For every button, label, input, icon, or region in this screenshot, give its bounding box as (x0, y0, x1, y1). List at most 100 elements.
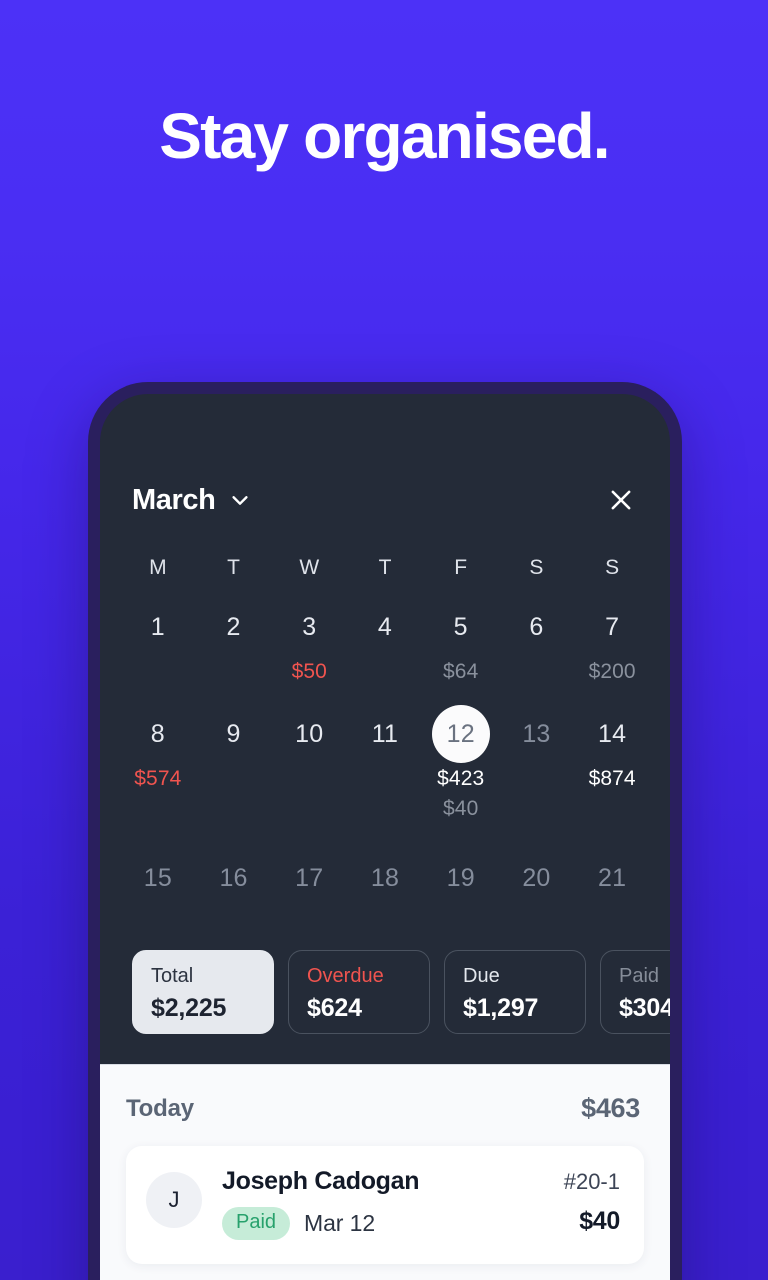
day-amount-paid: $200 (588, 660, 636, 683)
calendar-day-14[interactable]: 14 $874 (574, 705, 650, 822)
status-badge: Paid (222, 1206, 291, 1240)
day-number: 10 (295, 719, 324, 748)
invoice-list: J Joseph Cadogan Paid Mar 12 #20-1 $40 (100, 1146, 670, 1264)
calendar-day-16[interactable]: 16 (196, 850, 272, 914)
day-number: 2 (226, 612, 241, 641)
hero-section: Stay organised. (0, 104, 768, 168)
weekday-label: F (454, 556, 468, 579)
day-number: 16 (219, 864, 248, 893)
avatar: J (146, 1172, 202, 1228)
invoice-date: Mar 12 (304, 1209, 376, 1236)
phone-device-frame: March M T W T F S S 1 2 3 $50 4 5 $64 6 … (88, 382, 682, 1280)
calendar-day-1[interactable]: 1 (120, 598, 196, 685)
invoice-main: Joseph Cadogan Paid Mar 12 (222, 1167, 544, 1240)
weekday-label: M (149, 556, 167, 579)
calendar-week-row: 15 16 17 18 19 20 21 (120, 850, 650, 914)
calendar-panel: March M T W T F S S 1 2 3 $50 4 5 $64 6 … (100, 394, 670, 1038)
summary-chip-paid[interactable]: Paid $304 (600, 949, 670, 1034)
day-number: 12 (431, 705, 490, 764)
day-number: 19 (446, 864, 475, 893)
summary-chip-overdue[interactable]: Overdue $624 (288, 949, 430, 1034)
day-number: 11 (371, 719, 399, 748)
chip-value: $304 (619, 993, 670, 1022)
weekday-header-row: M T W T F S S (100, 522, 670, 580)
day-amount-paid: $64 (443, 660, 479, 683)
day-number: 15 (143, 864, 172, 893)
day-amount-overdue: $50 (291, 660, 327, 683)
day-number: 8 (150, 719, 165, 748)
calendar-day-3[interactable]: 3 $50 (271, 598, 347, 685)
today-sheet-header: Today $463 (100, 1065, 670, 1124)
close-icon (611, 490, 631, 510)
day-amount-overdue: $574 (134, 767, 182, 791)
calendar-day-4[interactable]: 4 (347, 598, 423, 685)
invoice-subline: Paid Mar 12 (222, 1206, 544, 1240)
day-number: 6 (529, 612, 544, 641)
weekday-label: W (299, 556, 320, 579)
month-label: March (132, 483, 216, 516)
calendar-day-15[interactable]: 15 (120, 850, 196, 914)
chip-label: Overdue (307, 964, 384, 987)
calendar-day-13[interactable]: 13 (499, 705, 575, 822)
calendar-day-18[interactable]: 18 (347, 850, 423, 914)
day-number: 7 (605, 612, 620, 641)
calendar-header: March (100, 478, 670, 522)
invoice-row[interactable]: J Joseph Cadogan Paid Mar 12 #20-1 $40 (126, 1146, 644, 1264)
calendar-day-7[interactable]: 7 $200 (574, 598, 650, 685)
chevron-down-icon (229, 489, 251, 511)
summary-chip-total[interactable]: Total $2,225 (132, 949, 274, 1034)
summary-chip-row[interactable]: Total $2,225 Overdue $624 Due $1,297 Paid $304 (100, 914, 670, 1038)
today-sheet: Today $463 J Joseph Cadogan Paid Mar 12 #20-… (100, 1064, 670, 1280)
chip-value: $624 (307, 993, 362, 1022)
day-number: 20 (522, 864, 551, 893)
day-number: 5 (453, 612, 468, 641)
chip-value: $2,225 (151, 993, 227, 1022)
invoice-amount: $40 (579, 1207, 620, 1236)
summary-chip-due[interactable]: Due $1,297 (444, 949, 586, 1034)
calendar-day-19[interactable]: 19 (423, 850, 499, 914)
day-number: 4 (377, 612, 393, 641)
calendar-day-10[interactable]: 10 (271, 705, 347, 822)
chip-label: Due (463, 964, 500, 987)
weekday-label: T (378, 556, 392, 579)
day-number: 3 (302, 612, 317, 641)
day-number: 14 (598, 719, 627, 748)
today-label: Today (126, 1094, 194, 1122)
page-title: Stay organised. (159, 100, 610, 172)
phone-screen: March M T W T F S S 1 2 3 $50 4 5 $64 6 … (100, 394, 670, 1280)
weekday-label: S (529, 556, 544, 579)
calendar-day-5[interactable]: 5 $64 (423, 598, 499, 685)
calendar-day-20[interactable]: 20 (499, 850, 575, 914)
day-number: 21 (598, 864, 627, 893)
calendar-week-row: 8 $574 9 10 11 12 $423 $40 13 14 $874 (120, 705, 650, 822)
day-amount-paid: $40 (443, 796, 479, 820)
day-number: 13 (522, 719, 551, 748)
day-number: 18 (370, 864, 400, 893)
calendar-day-2[interactable]: 2 (196, 598, 272, 685)
invoice-client-name: Joseph Cadogan (222, 1167, 420, 1195)
calendar-week-row: 1 2 3 $50 4 5 $64 6 7 $200 (120, 598, 650, 685)
calendar-day-17[interactable]: 17 (271, 850, 347, 914)
calendar-day-6[interactable]: 6 (499, 598, 575, 685)
calendar-day-12[interactable]: 12 $423 $40 (423, 705, 499, 822)
calendar-day-21[interactable]: 21 (574, 850, 650, 914)
chip-value: $1,297 (463, 993, 539, 1022)
today-total: $463 (581, 1093, 640, 1123)
day-number: 9 (226, 719, 241, 748)
chip-label: Total (151, 964, 194, 987)
day-number: 1 (150, 612, 165, 641)
invoice-reference: #20-1 (563, 1169, 620, 1194)
month-selector[interactable]: March (132, 484, 251, 517)
weekday-label: S (605, 556, 620, 579)
chip-label: Paid (619, 964, 660, 987)
day-amount-due: $874 (588, 767, 636, 791)
invoice-meta: #20-1 $40 (563, 1168, 621, 1236)
close-button[interactable] (604, 483, 638, 517)
calendar-day-11[interactable]: 11 (347, 705, 423, 822)
calendar-day-8[interactable]: 8 $574 (120, 705, 196, 822)
calendar-weeks: 1 2 3 $50 4 5 $64 6 7 $200 8 $574 9 10 11 12 $423 $40 13 14… (100, 580, 670, 914)
calendar-day-9[interactable]: 9 (196, 705, 272, 822)
weekday-label: T (227, 556, 240, 579)
day-amount-due: $423 (437, 767, 485, 791)
day-number: 17 (295, 864, 324, 893)
